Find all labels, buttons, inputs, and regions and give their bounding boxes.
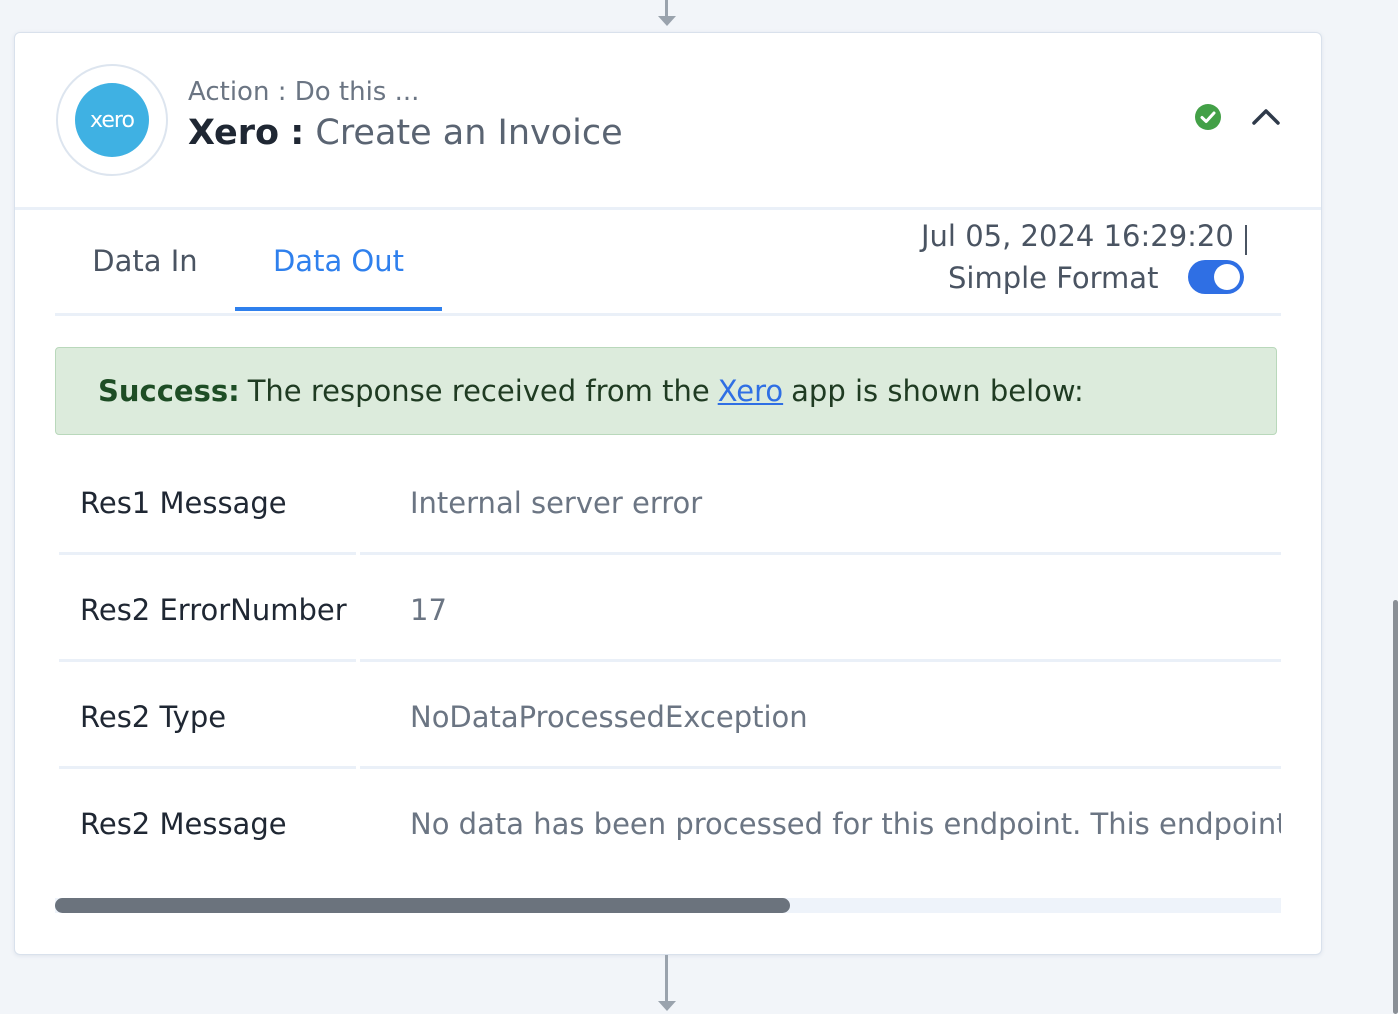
table-row: Res1 Message Internal server error: [55, 451, 1281, 555]
row-value: 17: [410, 593, 447, 627]
flow-arrow-bottom-icon: [658, 1001, 676, 1011]
run-timestamp: Jul 05, 2024 16:29:20: [921, 219, 1234, 253]
row-value: NoDataProcessedException: [410, 700, 808, 734]
logo-text: xero: [90, 107, 135, 133]
app-logo: xero: [56, 64, 168, 176]
action-label: Action : Do this ...: [188, 77, 420, 107]
row-key: Res2 ErrorNumber: [80, 593, 347, 627]
tab-data-in[interactable]: Data In: [55, 211, 235, 310]
table-row: Res2 Message No data has been processed …: [55, 772, 1281, 876]
row-divider: [360, 659, 1281, 662]
row-value: Internal server error: [410, 486, 703, 520]
chevron-up-icon[interactable]: [1251, 105, 1281, 127]
response-table: Res1 Message Internal server error Res2 …: [55, 451, 1281, 901]
step-card: xero Action : Do this ... Xero : Create …: [14, 32, 1322, 955]
row-divider: [59, 552, 356, 555]
table-row: Res2 Type NoDataProcessedException: [55, 665, 1281, 769]
row-key: Res2 Message: [80, 807, 287, 841]
scrollbar-thumb[interactable]: [55, 898, 790, 913]
step-header[interactable]: xero Action : Do this ... Xero : Create …: [15, 33, 1321, 210]
simple-format-toggle[interactable]: [1188, 260, 1244, 294]
xero-logo-icon: xero: [75, 83, 149, 157]
alert-strong: Success:: [98, 374, 240, 408]
alert-text-before: The response received from the: [247, 374, 710, 408]
row-value: No data has been processed for this endp…: [410, 807, 1281, 841]
success-alert: Success: The response received from the …: [55, 347, 1277, 435]
check-circle-icon: [1195, 104, 1221, 130]
table-row: Res2 ErrorNumber 17: [55, 558, 1281, 662]
row-divider: [59, 659, 356, 662]
row-key: Res1 Message: [80, 486, 287, 520]
alert-text-after: app is shown below:: [791, 374, 1084, 408]
toggle-knob: [1214, 264, 1240, 290]
page-scrollbar[interactable]: [1393, 600, 1398, 1014]
row-divider: [360, 552, 1281, 555]
row-key: Res2 Type: [80, 700, 227, 734]
horizontal-scrollbar[interactable]: [55, 898, 1281, 913]
flow-connector-bottom: [665, 955, 668, 1003]
flow-arrow-top-icon: [658, 16, 676, 26]
simple-format-label: Simple Format: [948, 261, 1159, 295]
event-name: Create an Invoice: [315, 113, 623, 153]
row-divider: [360, 766, 1281, 769]
tab-data-out[interactable]: Data Out: [235, 211, 442, 311]
xero-link[interactable]: Xero: [718, 374, 783, 408]
row-divider: [59, 766, 356, 769]
step-title: Xero : Create an Invoice: [188, 113, 623, 153]
title-separator: :: [290, 113, 305, 153]
app-name: Xero: [188, 113, 280, 153]
meta-divider: [1245, 225, 1247, 255]
